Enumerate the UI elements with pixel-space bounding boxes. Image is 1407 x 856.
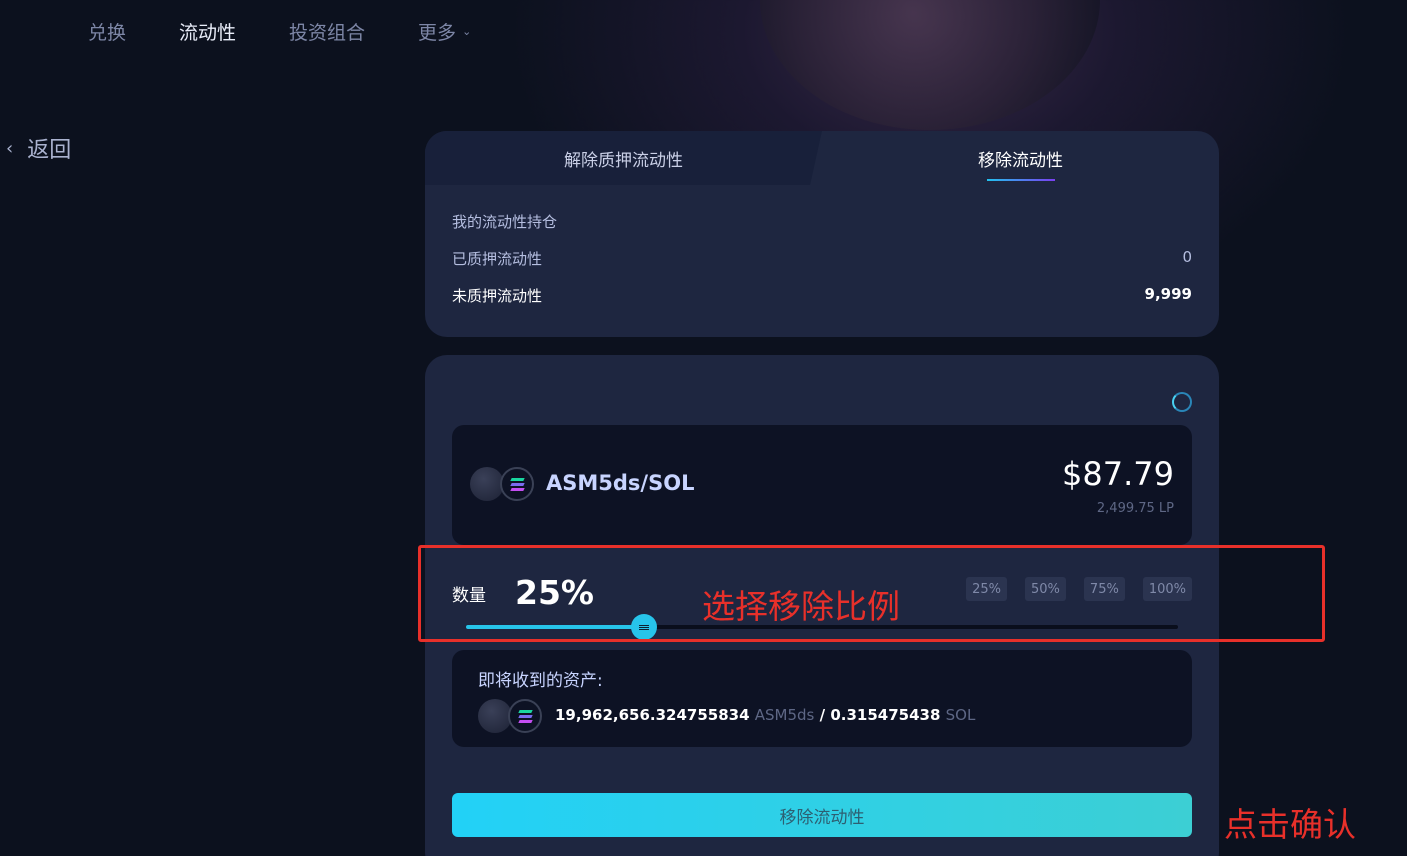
holdings-title-row: 我的流动性持仓 [452,211,1192,248]
nav-item-liquidity[interactable]: 流动性 [179,18,236,45]
annotation-select-ratio: 选择移除比例 [702,587,900,626]
unstaked-liquidity-label: 未质押流动性 [452,287,543,305]
receive-amount-b: 0.315475438 [830,706,941,724]
asm5ds-token-icon [470,467,504,501]
tab-label: 解除质押流动性 [564,150,683,171]
chevron-down-icon: ⌄ [462,25,472,38]
nav-item-swap[interactable]: 兑换 [88,18,126,45]
receive-assets: 即将收到的资产: 19,962,656.324755834 ASM5ds / 0… [452,650,1192,747]
staked-liquidity-label: 已质押流动性 [452,250,543,268]
tab-remove-liquidity[interactable]: 移除流动性 [822,131,1219,185]
receive-token-a: ASM5ds [754,706,815,724]
background-planet-art [760,0,1100,130]
token-pair-icons [478,699,542,733]
sol-token-icon [508,699,542,733]
nav-item-label: 流动性 [179,22,237,44]
nav-item-label: 更多 [418,22,457,44]
nav-item-portfolio[interactable]: 投资组合 [289,18,365,45]
pool-summary: ASM5ds/SOL $87.79 2,499.75 LP [452,425,1192,545]
receive-separator: / [819,706,826,724]
back-button[interactable]: ‹ 返回 [6,132,71,164]
active-tab-indicator [987,179,1055,181]
unstaked-liquidity-value: 9,999 [1144,285,1192,303]
remove-liquidity-button[interactable]: 移除流动性 [452,793,1192,837]
liquidity-tabs-card: 解除质押流动性 移除流动性 我的流动性持仓 已质押流动性 0 未质押流动性 9,… [425,131,1219,337]
receive-token-b: SOL [945,706,976,724]
receive-amounts: 19,962,656.324755834 ASM5ds / 0.31547543… [555,706,975,724]
holdings-title: 我的流动性持仓 [452,213,558,231]
pool-name: ASM5ds/SOL [546,471,695,495]
receive-title: 即将收到的资产: [478,671,603,691]
nav-item-label: 兑换 [88,22,127,44]
unstaked-liquidity-row: 未质押流动性 9,999 [452,285,1192,322]
tab-label: 移除流动性 [978,150,1063,171]
token-pair-icons [470,467,534,501]
pool-lp-amount: 2,499.75 LP [1096,501,1174,516]
staked-liquidity-value: 0 [1182,248,1192,266]
annotation-click-confirm: 点击确认 [1224,805,1356,844]
sol-token-icon [500,467,534,501]
chevron-left-icon: ‹ [6,137,14,159]
remove-liquidity-button-label: 移除流动性 [779,807,865,828]
refresh-spinner-icon[interactable] [1172,392,1192,412]
asm5ds-token-icon [478,699,512,733]
back-label: 返回 [27,138,72,163]
nav-item-more[interactable]: 更多 ⌄ [418,18,471,45]
top-nav: 兑换 流动性 投资组合 更多 ⌄ [88,18,524,45]
pool-usd-value: $87.79 [1062,455,1174,493]
tab-unstake-liquidity[interactable]: 解除质押流动性 [425,131,822,185]
staked-liquidity-row: 已质押流动性 0 [452,248,1192,285]
liquidity-holdings: 我的流动性持仓 已质押流动性 0 未质押流动性 9,999 [452,211,1192,322]
tab-bar: 解除质押流动性 移除流动性 [425,131,1219,185]
receive-amount-a: 19,962,656.324755834 [555,706,750,724]
nav-item-label: 投资组合 [289,22,366,44]
